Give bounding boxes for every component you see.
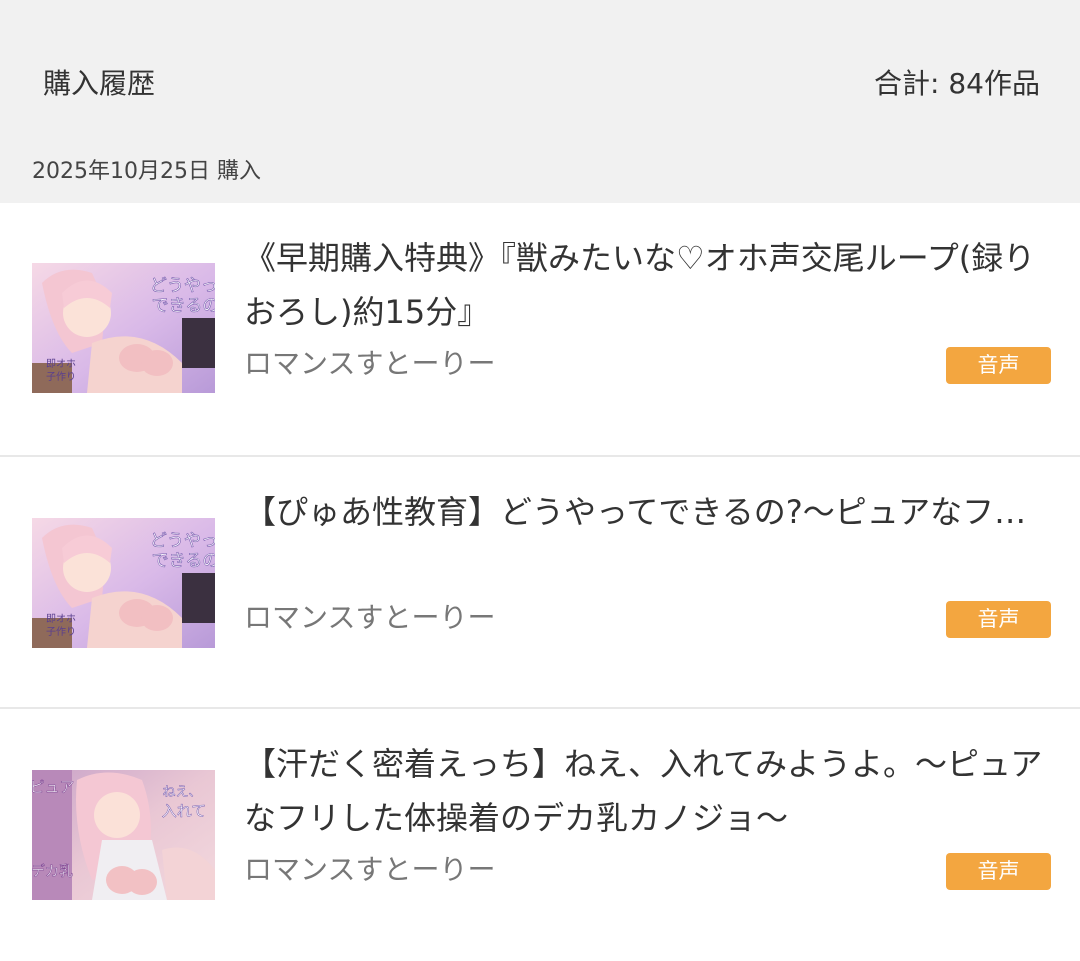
purchase-item[interactable]: どうやって できるの? 即オホ 子作り 《早期購入特典》『獣みたいな♡オホ声交尾… bbox=[0, 203, 1080, 455]
category-badge: 音声 bbox=[946, 853, 1051, 890]
thumbnail-image: どうやって できるの? 即オホ 子作り bbox=[32, 518, 215, 648]
thumb-text: ピュア bbox=[32, 778, 74, 796]
purchase-item[interactable]: ピュア デカ乳 ねえ、 入れて 【汗だく密着えっち】ねえ、入れてみようよ。〜ピュ… bbox=[0, 709, 1080, 961]
thumb-text: 即オホ bbox=[46, 358, 76, 370]
product-thumbnail[interactable]: どうやって できるの? 即オホ 子作り bbox=[32, 518, 215, 648]
product-thumbnail[interactable]: どうやって できるの? 即オホ 子作り bbox=[32, 263, 215, 393]
thumb-text: どうやって bbox=[150, 531, 215, 551]
category-badge: 音声 bbox=[946, 347, 1051, 384]
item-title-text: 【ぴゅあ性教育】どうやってできるの?〜ピュアなフリしたデカ乳カノジョと即オホ♡子… bbox=[244, 493, 1044, 531]
category-badge: 音声 bbox=[946, 601, 1051, 638]
thumb-text: 子作り bbox=[46, 371, 76, 383]
thumb-text: デカ乳 bbox=[32, 863, 73, 880]
thumb-text: どうやって bbox=[150, 276, 215, 296]
thumbnail-image: ピュア デカ乳 ねえ、 入れて bbox=[32, 770, 215, 900]
thumb-text: 子作り bbox=[46, 626, 76, 638]
thumb-text: 入れて bbox=[162, 802, 207, 820]
header: 購入履歴 合計: 84作品 2025年10月25日 購入 bbox=[0, 0, 1080, 203]
total-count: 合計: 84作品 bbox=[874, 67, 1040, 100]
item-title[interactable]: 【ぴゅあ性教育】どうやってできるの?〜ピュアなフリしたデカ乳カノジョと即オホ♡子… bbox=[244, 485, 1044, 593]
circle-name[interactable]: ロマンスすとーりー bbox=[244, 850, 495, 890]
thumb-text: できるの? bbox=[152, 296, 215, 316]
thumb-text: できるの? bbox=[152, 551, 215, 571]
item-title[interactable]: 【汗だく密着えっち】ねえ、入れてみようよ。〜ピュアなフリした体操着のデカ乳カノジ… bbox=[244, 737, 1044, 845]
product-thumbnail[interactable]: ピュア デカ乳 ねえ、 入れて bbox=[32, 770, 215, 900]
purchase-date-heading: 2025年10月25日 購入 bbox=[32, 159, 261, 184]
thumb-text: 即オホ bbox=[46, 613, 76, 625]
circle-name[interactable]: ロマンスすとーりー bbox=[244, 598, 495, 638]
thumb-text: ねえ、 bbox=[162, 785, 201, 800]
thumbnail-image: どうやって できるの? 即オホ 子作り bbox=[32, 263, 215, 393]
purchase-item[interactable]: どうやって できるの? 即オホ 子作り 【ぴゅあ性教育】どうやってできるの?〜ピ… bbox=[0, 457, 1080, 709]
item-title[interactable]: 《早期購入特典》『獣みたいな♡オホ声交尾ループ(録りおろし)約15分』 bbox=[244, 231, 1044, 339]
page-title: 購入履歴 bbox=[43, 67, 156, 100]
circle-name[interactable]: ロマンスすとーりー bbox=[244, 344, 495, 384]
